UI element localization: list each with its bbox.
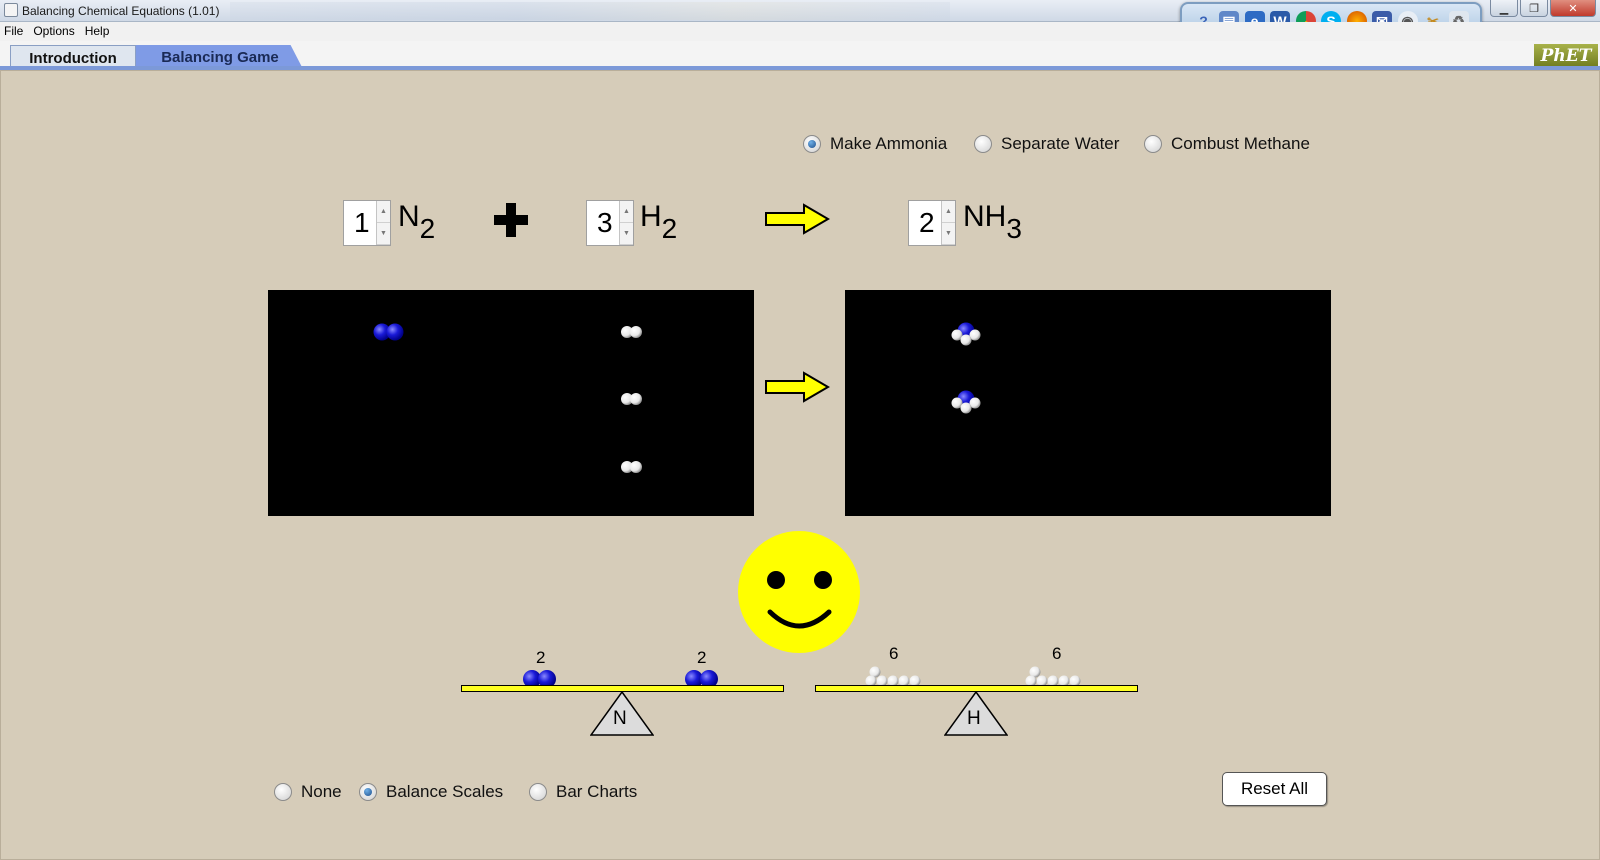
formula-subscript: 2 — [419, 213, 436, 244]
radio-label: Make Ammonia — [830, 134, 948, 153]
menu-help[interactable]: Help — [85, 22, 110, 41]
spin-up-button[interactable]: ▲ — [377, 201, 390, 223]
products-box — [845, 290, 1331, 516]
reset-all-button[interactable]: Reset All — [1222, 772, 1327, 806]
radio-label: None — [301, 782, 342, 801]
close-button[interactable]: ✕ — [1550, 0, 1596, 17]
formula-h2: H2 — [640, 200, 677, 244]
maximize-button[interactable]: ❐ — [1520, 0, 1548, 17]
spin-down-button[interactable]: ▼ — [377, 223, 390, 245]
background-taskbar — [230, 2, 950, 20]
formula-n2: N2 — [398, 200, 435, 244]
phet-logo[interactable]: PhET — [1534, 44, 1598, 68]
radio-label: Balance Scales — [386, 782, 504, 801]
coefficient-spinner-h2[interactable]: 3 ▲ ▼ — [586, 200, 634, 246]
box-arrow-icon — [765, 371, 830, 403]
plus-icon — [494, 203, 528, 237]
radio-indicator — [1144, 135, 1162, 153]
coefficient-spinner-nh3[interactable]: 2 ▲ ▼ — [908, 200, 956, 246]
scale-element-label: N — [613, 708, 627, 729]
simulation-panel — [0, 70, 1600, 860]
spin-up-button[interactable]: ▲ — [942, 201, 955, 223]
tab-bar: Introduction Balancing Game PhET — [0, 41, 1600, 71]
h2-molecule[interactable] — [620, 391, 644, 407]
radio-bar-charts[interactable]: Bar Charts — [529, 782, 637, 802]
radio-make-ammonia[interactable]: Make Ammonia — [803, 134, 947, 154]
radio-label: Bar Charts — [556, 782, 638, 801]
coefficient-value: 2 — [919, 207, 935, 238]
scale-left-count: 2 — [536, 648, 546, 667]
spinner-arrows: ▲ ▼ — [619, 201, 633, 245]
app-window: Balancing Chemical Equations (1.01) ? ▤ … — [0, 0, 1600, 860]
scale-element-label: H — [967, 708, 981, 729]
scale-right-count: 2 — [697, 648, 707, 667]
spinner-arrows: ▲ ▼ — [941, 201, 955, 245]
h2-molecule[interactable] — [620, 324, 644, 340]
spin-up-button[interactable]: ▲ — [620, 201, 633, 223]
radio-none[interactable]: None — [274, 782, 342, 802]
radio-balance-scales[interactable]: Balance Scales — [359, 782, 503, 802]
radio-indicator — [974, 135, 992, 153]
menu-file[interactable]: File — [4, 22, 23, 41]
formula-symbol: NH — [963, 200, 1007, 233]
minimize-button[interactable]: ▁ — [1490, 0, 1518, 17]
formula-nh3: NH3 — [963, 200, 1022, 244]
radio-separate-water[interactable]: Separate Water — [974, 134, 1119, 154]
formula-symbol: N — [398, 200, 420, 233]
scale-right-count: 6 — [1052, 644, 1062, 663]
menu-options[interactable]: Options — [33, 22, 74, 41]
nh3-molecule[interactable] — [949, 388, 983, 414]
n2-molecule[interactable] — [372, 322, 406, 342]
smiley-face-icon — [738, 531, 860, 653]
radio-indicator — [274, 783, 292, 801]
spin-down-button[interactable]: ▼ — [620, 223, 633, 245]
spinner-arrows: ▲ ▼ — [376, 201, 390, 245]
formula-subscript: 3 — [1006, 213, 1022, 244]
window-controls: ▁ ❐ ✕ — [1490, 0, 1596, 17]
radio-label: Separate Water — [1001, 134, 1120, 153]
window-title: Balancing Chemical Equations (1.01) — [22, 4, 220, 18]
radio-indicator — [803, 135, 821, 153]
java-app-icon — [4, 3, 18, 17]
radio-combust-methane[interactable]: Combust Methane — [1144, 134, 1310, 154]
yields-arrow-icon — [765, 203, 830, 235]
coefficient-value: 3 — [597, 207, 613, 238]
nh3-molecule[interactable] — [949, 320, 983, 346]
formula-subscript: 2 — [661, 213, 678, 244]
menu-bar: File Options Help — [0, 22, 1600, 41]
radio-indicator — [529, 783, 547, 801]
title-bar: Balancing Chemical Equations (1.01) ? ▤ … — [0, 0, 1600, 40]
scale-left-count: 6 — [889, 644, 899, 663]
radio-indicator — [359, 783, 377, 801]
coefficient-spinner-n2[interactable]: 1 ▲ ▼ — [343, 200, 391, 246]
radio-label: Combust Methane — [1171, 134, 1310, 153]
formula-symbol: H — [640, 200, 662, 233]
coefficient-value: 1 — [354, 207, 370, 238]
spin-down-button[interactable]: ▼ — [942, 223, 955, 245]
reactants-box — [268, 290, 754, 516]
h2-molecule[interactable] — [620, 459, 644, 475]
